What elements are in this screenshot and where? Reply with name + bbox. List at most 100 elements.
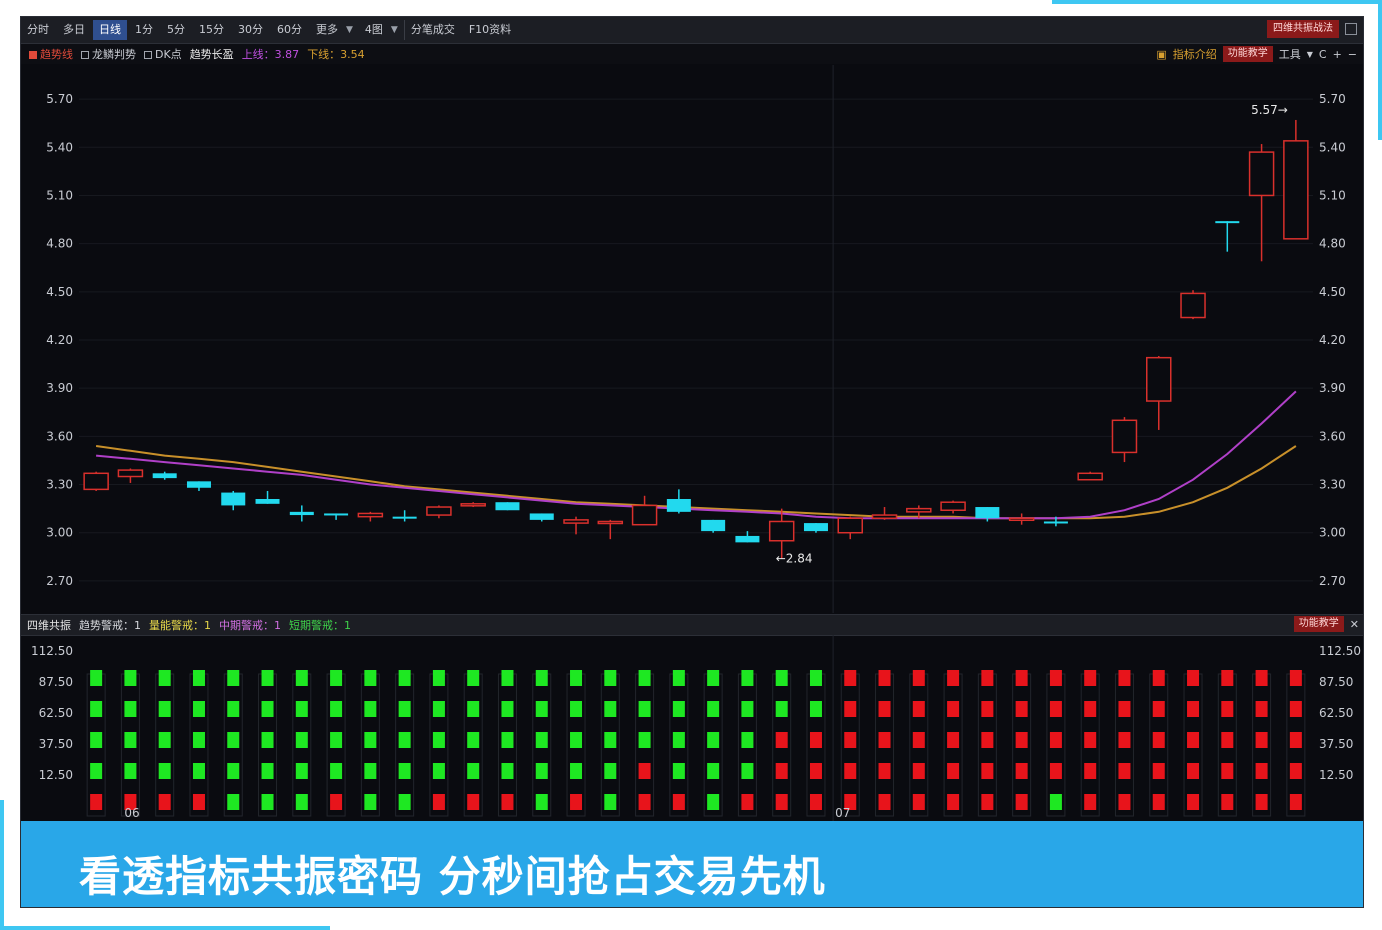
refresh-icon[interactable]: C bbox=[1319, 48, 1327, 61]
signal-block bbox=[981, 732, 994, 748]
signal-block bbox=[604, 670, 617, 686]
signal-block bbox=[947, 701, 960, 717]
signal-block bbox=[570, 732, 583, 748]
candle bbox=[871, 507, 898, 520]
low-price-annotation: ←2.84 bbox=[776, 551, 813, 565]
zoom-out-icon[interactable]: − bbox=[1348, 48, 1357, 61]
candle bbox=[1111, 417, 1138, 463]
tab-daily[interactable]: 日线 bbox=[93, 20, 127, 40]
signal-block bbox=[467, 794, 480, 810]
candle-body bbox=[1180, 292, 1206, 319]
candle-body bbox=[117, 469, 144, 478]
maximize-icon[interactable] bbox=[1345, 23, 1357, 35]
signal-block bbox=[501, 763, 514, 779]
candle-body bbox=[563, 519, 589, 524]
tools-dropdown-icon[interactable]: ▼ bbox=[1307, 50, 1313, 59]
trend-line-checkbox[interactable] bbox=[29, 51, 37, 59]
four-dim-strategy-button[interactable]: 四维共振战法 bbox=[1267, 20, 1339, 38]
candle-body bbox=[255, 499, 280, 504]
subpanel-func-teach-button[interactable]: 功能教学 bbox=[1293, 616, 1344, 632]
signal-block bbox=[638, 670, 651, 686]
candle bbox=[940, 500, 966, 514]
signal-block bbox=[1221, 794, 1234, 810]
signal-block bbox=[1084, 670, 1097, 686]
signal-block bbox=[192, 670, 205, 686]
tab-60min[interactable]: 60分 bbox=[271, 20, 308, 40]
signal-block bbox=[432, 732, 445, 748]
signal-block bbox=[1221, 732, 1234, 748]
signal-block bbox=[981, 794, 994, 810]
candle bbox=[1215, 221, 1240, 252]
tab-5min[interactable]: 5分 bbox=[161, 20, 191, 40]
dragon-scale-checkbox[interactable] bbox=[81, 51, 89, 59]
signal-block bbox=[1084, 732, 1097, 748]
signal-block bbox=[501, 670, 514, 686]
four-chart-dropdown-icon[interactable]: ▼ bbox=[391, 25, 398, 35]
legend-trend-line[interactable]: 趋势线 bbox=[29, 46, 73, 62]
signal-block bbox=[261, 701, 274, 717]
legend-dk-point[interactable]: DK点 bbox=[144, 46, 182, 62]
tab-more[interactable]: 更多 bbox=[310, 20, 344, 40]
signal-block bbox=[1289, 763, 1302, 779]
candle bbox=[563, 516, 589, 535]
signal-block bbox=[501, 794, 514, 810]
tab-tick-trades[interactable]: 分笔成交 bbox=[403, 20, 461, 40]
candle bbox=[1077, 471, 1103, 481]
signal-block bbox=[809, 670, 822, 686]
tab-4-charts[interactable]: 4图 bbox=[359, 20, 389, 40]
legend-dragon-scale[interactable]: 龙鳞判势 bbox=[81, 46, 136, 62]
tab-1min[interactable]: 1分 bbox=[129, 20, 159, 40]
four-dim-title: 四维共振 bbox=[27, 619, 71, 632]
tab-30min[interactable]: 30分 bbox=[232, 20, 269, 40]
signal-block bbox=[981, 670, 994, 686]
close-icon[interactable]: ✕ bbox=[1350, 618, 1359, 631]
candle bbox=[460, 502, 486, 508]
signal-block bbox=[432, 701, 445, 717]
signal-block bbox=[775, 732, 788, 748]
more-dropdown-icon[interactable]: ▼ bbox=[346, 25, 353, 35]
indicator-intro-link[interactable]: 指标介绍 bbox=[1173, 46, 1217, 62]
tab-f10[interactable]: F10资料 bbox=[463, 20, 517, 40]
tab-15min[interactable]: 15分 bbox=[193, 20, 230, 40]
signal-block bbox=[124, 763, 137, 779]
candle-body bbox=[1146, 356, 1172, 402]
mid-term-alert-value: 中期警戒：1 bbox=[219, 619, 281, 632]
zoom-in-icon[interactable]: + bbox=[1333, 48, 1342, 61]
signal-block bbox=[261, 763, 274, 779]
signal-block bbox=[1049, 794, 1062, 810]
candle bbox=[152, 471, 177, 480]
y-tick-label-left: 5.70 bbox=[46, 92, 73, 106]
sub-y-tick-left: 87.50 bbox=[39, 675, 73, 689]
candle bbox=[1180, 290, 1206, 320]
candle bbox=[357, 511, 384, 522]
trend-long-profit-label: 趋势长盈 bbox=[189, 48, 234, 61]
signal-block bbox=[1084, 794, 1097, 810]
volume-alert-value: 量能警戒：1 bbox=[149, 619, 211, 632]
signal-block bbox=[912, 794, 925, 810]
indicator-intro-icon[interactable]: ▣ bbox=[1156, 48, 1166, 61]
candle bbox=[1146, 356, 1172, 430]
signal-block bbox=[844, 763, 857, 779]
signal-block bbox=[604, 732, 617, 748]
signal-block bbox=[1152, 763, 1165, 779]
signal-block bbox=[535, 794, 548, 810]
func-teach-button[interactable]: 功能教学 bbox=[1222, 46, 1273, 62]
signal-block bbox=[124, 670, 137, 686]
signal-block bbox=[535, 701, 548, 717]
signal-block bbox=[432, 763, 445, 779]
signal-block bbox=[261, 794, 274, 810]
signal-block bbox=[330, 794, 343, 810]
signal-block bbox=[192, 763, 205, 779]
indicator-legend: 趋势线 龙鳞判势 DK点 趋势长盈 上线：3.87 下线：3.54 ▣ 指标介绍… bbox=[21, 44, 1363, 64]
dk-point-checkbox[interactable] bbox=[144, 51, 152, 59]
signal-block bbox=[604, 794, 617, 810]
tab-multi-day[interactable]: 多日 bbox=[57, 20, 91, 40]
signal-block bbox=[158, 794, 171, 810]
signal-block bbox=[878, 701, 891, 717]
signal-block bbox=[1255, 701, 1268, 717]
tab-fenshi[interactable]: 分时 bbox=[21, 20, 55, 40]
candle-body bbox=[186, 481, 211, 488]
tools-menu[interactable]: 工具 bbox=[1279, 46, 1301, 62]
dragon-scale-label: 龙鳞判势 bbox=[92, 48, 136, 61]
banner-slogan: 看透指标共振密码 分秒间抢占交易先机 bbox=[79, 852, 826, 901]
